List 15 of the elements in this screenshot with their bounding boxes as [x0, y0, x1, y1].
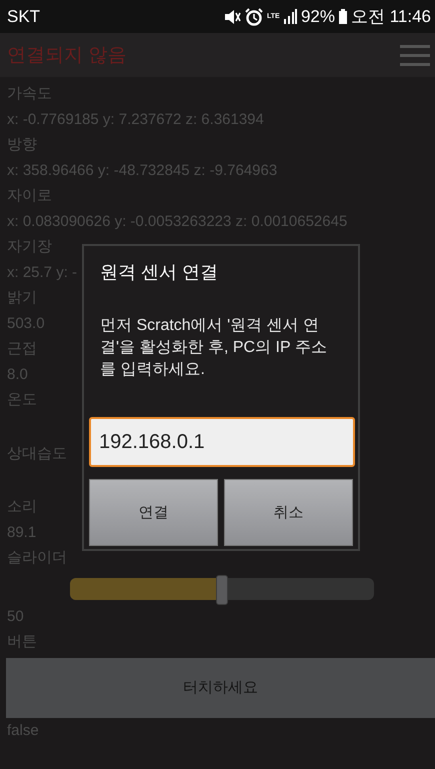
- ip-address-field[interactable]: 192.168.0.1: [89, 417, 355, 467]
- connection-status: 연결되지 않음: [7, 44, 126, 68]
- connect-button[interactable]: 연결: [89, 479, 218, 546]
- alarm-clock-icon: [244, 8, 263, 26]
- clock-time: 오전 11:46: [350, 6, 431, 28]
- dialog-title: 원격 센서 연결: [99, 261, 220, 284]
- battery-percent: 92%: [300, 6, 335, 26]
- battery-icon: [338, 9, 347, 24]
- dialog-message: 먼저 Scratch에서 '원격 센서 연결'을 활성화한 후, PC의 IP 주소를 입력하세요.: [99, 316, 328, 380]
- slider-thumb[interactable]: [216, 574, 228, 604]
- menu-icon[interactable]: [400, 44, 430, 66]
- carrier-name: SKT: [7, 6, 40, 26]
- signal-icon: [282, 9, 297, 24]
- mute-icon: [222, 8, 241, 24]
- cancel-button[interactable]: 취소: [224, 479, 353, 546]
